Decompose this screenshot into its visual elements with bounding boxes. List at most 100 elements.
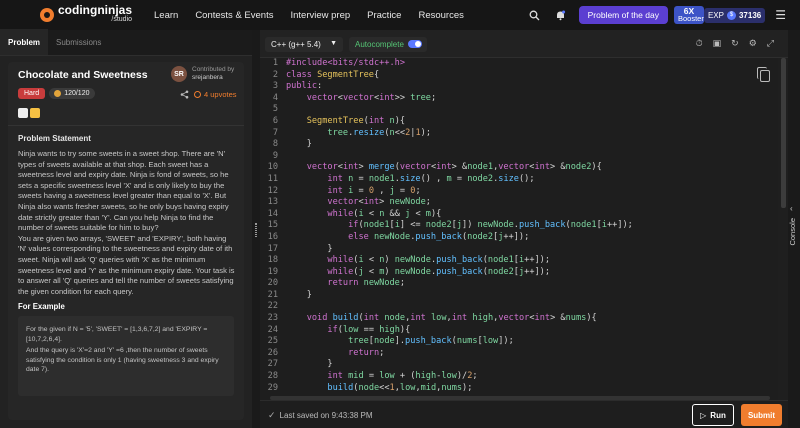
autocomplete-toggle[interactable]: Autocomplete — [349, 37, 427, 52]
code-text[interactable]: void build(int node,int low,int high,vec… — [286, 313, 597, 325]
code-line[interactable]: 15 if(node1[i] <= node2[j]) newNode.push… — [260, 220, 788, 232]
code-text[interactable]: tree[node].push_back(nums[low]); — [286, 336, 514, 348]
code-text[interactable]: } — [286, 359, 332, 371]
drag-handle-icon[interactable] — [255, 223, 257, 237]
code-text[interactable]: return newNode; — [286, 278, 405, 290]
upvote-count: 4 upvotes — [204, 90, 237, 99]
console-toggle[interactable]: ‹ Console — [788, 30, 800, 428]
brand-logo[interactable]: codingninjas /studio — [40, 4, 146, 24]
code-editor[interactable]: 1 #include<bits/stdc++.h> 2 class SegmentTr… — [260, 58, 788, 400]
editor-toolbar: C++ (g++ 5.4) ▼ Autocomplete ⏱ ▣ ↻ ⚙ ⤢ — [260, 30, 788, 58]
code-text[interactable]: tree.resize(n<<2|1); — [286, 128, 431, 140]
panel-splitter[interactable] — [252, 30, 260, 428]
code-text[interactable]: vector<vector<int>> tree; — [286, 93, 436, 105]
code-line[interactable]: 2 class SegmentTree{ — [260, 70, 788, 82]
line-number: 21 — [267, 289, 278, 300]
code-text[interactable]: while(i < n && j < m){ — [286, 209, 441, 221]
code-text[interactable]: } — [286, 244, 332, 256]
nav-practice[interactable]: Practice — [367, 10, 401, 21]
fullscreen-icon[interactable]: ⤢ — [767, 38, 774, 49]
copy-icon[interactable] — [757, 67, 770, 82]
code-text[interactable]: SegmentTree(int n){ — [286, 116, 405, 128]
code-line[interactable]: 18 while(i < n) newNode.push_back(node1[… — [260, 255, 788, 267]
save-icon[interactable]: ▣ — [713, 38, 722, 49]
code-line[interactable]: 23 void build(int node,int low,int high,… — [260, 313, 788, 325]
example-text: And the query is 'X'=2 and 'Y' =6 ,then … — [26, 347, 219, 374]
code-text[interactable]: #include<bits/stdc++.h> — [286, 58, 405, 70]
code-text[interactable]: if(node1[i] <= node2[j]) newNode.push_ba… — [286, 220, 633, 232]
code-line[interactable]: 29 build(node<<1,low,mid,nums); — [260, 383, 788, 395]
code-text[interactable]: while(i < n) newNode.push_back(node1[i++… — [286, 255, 550, 267]
code-text[interactable]: vector<int> newNode; — [286, 197, 431, 209]
code-line[interactable]: 13 vector<int> newNode; — [260, 197, 788, 209]
tab-submissions[interactable]: Submissions — [48, 38, 109, 55]
code-text[interactable]: while(j < m) newNode.push_back(node2[j++… — [286, 267, 550, 279]
scroll-thumb[interactable] — [781, 58, 786, 208]
code-text[interactable]: int n = node1.size() , m = node2.size(); — [286, 174, 534, 186]
code-text[interactable]: class SegmentTree{ — [286, 70, 379, 82]
company-tags[interactable] — [18, 108, 40, 118]
code-line[interactable]: 12 int i = 0 , j = 0; — [260, 186, 788, 198]
code-line[interactable]: 28 int mid = low + (high-low)/2; — [260, 371, 788, 383]
code-text[interactable]: else newNode.push_back(node2[j++]); — [286, 232, 529, 244]
reset-icon[interactable]: ↻ — [731, 38, 739, 49]
code-line[interactable]: 9 — [260, 151, 788, 163]
line-number: 4 — [272, 92, 278, 103]
code-text[interactable]: if(low == high){ — [286, 325, 410, 337]
code-line[interactable]: 22 — [260, 301, 788, 313]
menu-icon[interactable]: ☰ — [775, 8, 786, 22]
code-line[interactable]: 25 tree[node].push_back(nums[low]); — [260, 336, 788, 348]
problem-of-the-day-button[interactable]: Problem of the day — [578, 6, 668, 24]
run-button[interactable]: ▷ Run — [692, 404, 734, 426]
code-line[interactable]: 8 } — [260, 139, 788, 151]
history-icon[interactable]: ⏱ — [696, 38, 703, 49]
code-line[interactable]: 16 else newNode.push_back(node2[j++]); — [260, 232, 788, 244]
vertical-scrollbar[interactable] — [778, 58, 788, 400]
gear-icon[interactable]: ⚙ — [749, 38, 757, 49]
code-line[interactable]: 14 while(i < n && j < m){ — [260, 209, 788, 221]
upvote-icon — [194, 91, 201, 98]
nav-links: Learn Contests & Events Interview prep P… — [154, 10, 481, 21]
nav-interview-prep[interactable]: Interview prep — [290, 10, 350, 21]
chevron-left-icon: ‹ — [790, 204, 793, 213]
code-text[interactable]: build(node<<1,low,mid,nums); — [286, 383, 472, 395]
code-text[interactable]: vector<int> merge(vector<int> &node1,vec… — [286, 162, 602, 174]
search-icon[interactable] — [527, 7, 543, 23]
share-icon[interactable] — [180, 90, 189, 101]
code-text[interactable]: } — [286, 139, 312, 151]
code-text[interactable]: int mid = low + (high-low)/2; — [286, 371, 477, 383]
author-prefix: Contributed by — [192, 66, 235, 73]
tab-problem[interactable]: Problem — [0, 29, 49, 55]
code-line[interactable]: 11 int n = node1.size() , m = node2.size… — [260, 174, 788, 186]
code-text[interactable]: } — [286, 290, 312, 302]
code-text[interactable]: int i = 0 , j = 0; — [286, 186, 420, 198]
upvote-button[interactable]: 4 upvotes — [194, 90, 237, 99]
nav-resources[interactable]: Resources — [418, 10, 463, 21]
submit-button[interactable]: Submit — [741, 404, 782, 426]
booster-badge[interactable]: 6X Booster — [673, 6, 704, 24]
bell-icon[interactable] — [553, 7, 569, 23]
code-line[interactable]: 17 } — [260, 244, 788, 256]
code-line[interactable]: 24 if(low == high){ — [260, 325, 788, 337]
language-select[interactable]: C++ (g++ 5.4) ▼ — [265, 37, 343, 52]
code-line[interactable]: 10 vector<int> merge(vector<int> &node1,… — [260, 162, 788, 174]
code-line[interactable]: 21 } — [260, 290, 788, 302]
code-line[interactable]: 1 #include<bits/stdc++.h> — [260, 58, 788, 70]
code-line[interactable]: 20 return newNode; — [260, 278, 788, 290]
line-number: 22 — [267, 301, 278, 312]
code-text[interactable]: public: — [286, 81, 322, 93]
code-line[interactable]: 5 — [260, 104, 788, 116]
code-line[interactable]: 7 tree.resize(n<<2|1); — [260, 128, 788, 140]
author-info[interactable]: SR Contributed by srejanbera — [171, 66, 234, 82]
code-line[interactable]: 27 } — [260, 359, 788, 371]
exp-badge[interactable]: EXP $ 37136 — [703, 7, 766, 23]
line-number: 16 — [267, 231, 278, 242]
code-line[interactable]: 19 while(j < m) newNode.push_back(node2[… — [260, 267, 788, 279]
code-line[interactable]: 4 vector<vector<int>> tree; — [260, 93, 788, 105]
nav-contests[interactable]: Contests & Events — [195, 10, 273, 21]
nav-learn[interactable]: Learn — [154, 10, 178, 21]
code-line[interactable]: 6 SegmentTree(int n){ — [260, 116, 788, 128]
code-text[interactable]: return; — [286, 348, 384, 360]
code-line[interactable]: 26 return; — [260, 348, 788, 360]
code-line[interactable]: 3 public: — [260, 81, 788, 93]
